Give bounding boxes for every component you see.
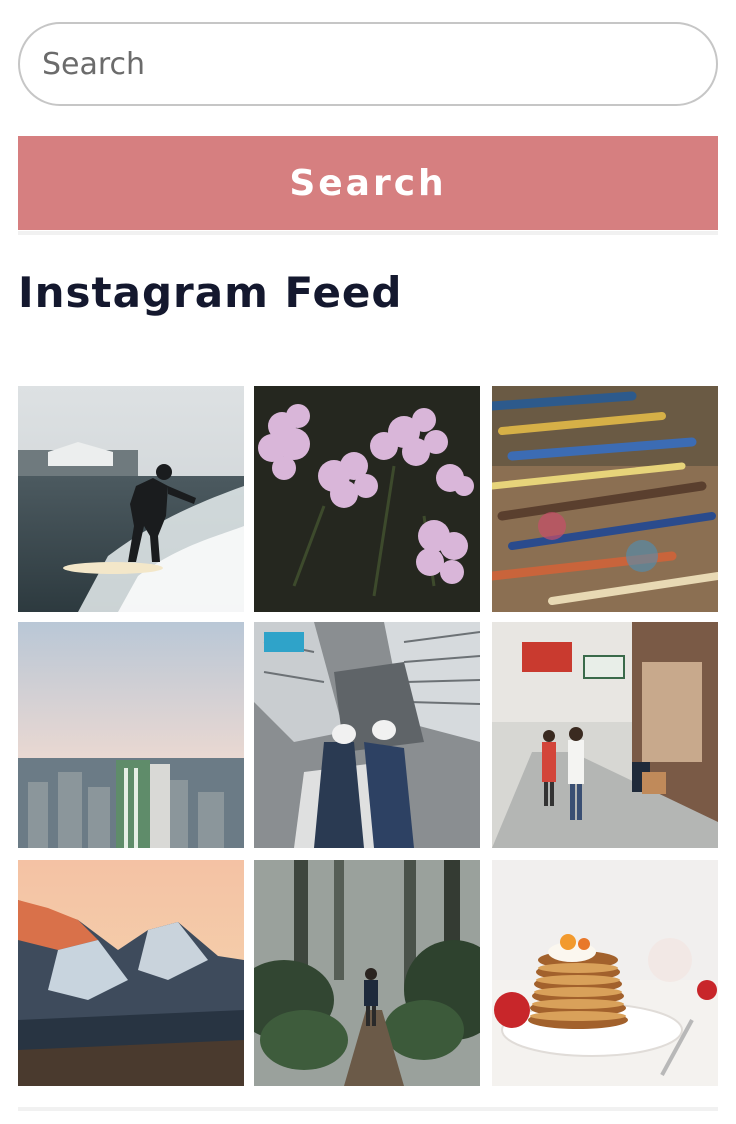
instagram-post-city[interactable] <box>18 622 244 848</box>
instagram-post-mountains[interactable] <box>18 860 244 1086</box>
surfer-photo <box>18 386 244 612</box>
divider <box>18 1107 718 1111</box>
pancakes-photo <box>492 860 718 1086</box>
instagram-post-flowers[interactable] <box>254 386 480 612</box>
instagram-post-rooftop[interactable] <box>254 622 480 848</box>
street-photo <box>492 622 718 848</box>
instagram-post-pancakes[interactable] <box>492 860 718 1086</box>
divider <box>18 231 718 235</box>
instagram-post-brushes[interactable] <box>492 386 718 612</box>
instagram-feed-title: Instagram Feed <box>18 268 403 317</box>
instagram-post-surfer[interactable] <box>18 386 244 612</box>
brushes-photo <box>492 386 718 612</box>
forest-photo <box>254 860 480 1086</box>
rooftop-photo <box>254 622 480 848</box>
flowers-photo <box>254 386 480 612</box>
mountains-photo <box>18 860 244 1086</box>
instagram-post-street[interactable] <box>492 622 718 848</box>
search-button[interactable]: Search <box>18 136 718 230</box>
city-photo <box>18 622 244 848</box>
instagram-post-forest[interactable] <box>254 860 480 1086</box>
search-input[interactable] <box>18 22 718 106</box>
